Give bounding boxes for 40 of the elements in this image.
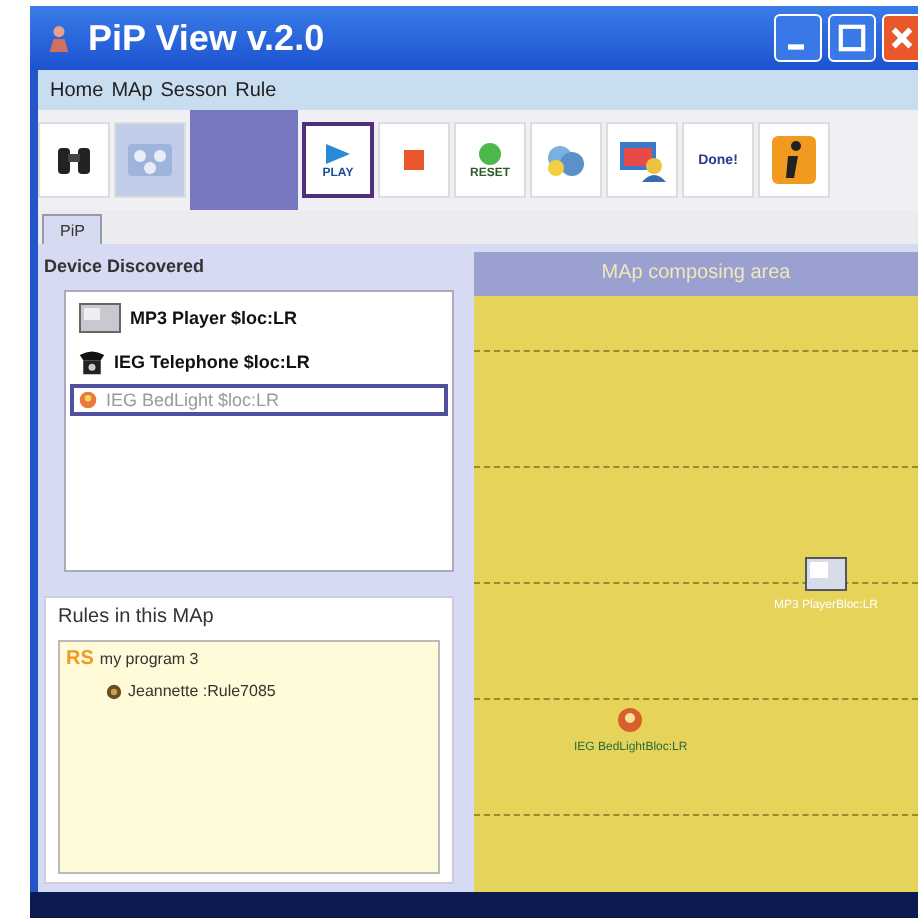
- stop-button[interactable]: [378, 122, 450, 198]
- info-icon: [772, 136, 816, 184]
- menu-item[interactable]: MAp: [111, 79, 153, 101]
- player-icon: [78, 302, 122, 334]
- map-heading: MAp composing area: [474, 252, 918, 296]
- circle-icon: [476, 141, 504, 165]
- panel-heading: Device Discovered: [44, 256, 207, 276]
- cloud-button[interactable]: [530, 122, 602, 198]
- window-title: PiP View v.2.0: [88, 17, 327, 59]
- tree-item[interactable]: my program 3: [99, 650, 199, 668]
- info-button[interactable]: [758, 122, 830, 198]
- minimize-button[interactable]: [774, 14, 822, 62]
- menu-item[interactable]: Home: [50, 79, 104, 101]
- maximize-button[interactable]: [828, 14, 876, 62]
- lamp-icon[interactable]: [616, 706, 645, 734]
- stop-icon: [404, 150, 424, 170]
- device-item[interactable]: IEG Telephone $loc:LR: [70, 342, 448, 382]
- monitor-button[interactable]: [606, 122, 678, 198]
- lamp-icon: [78, 390, 98, 410]
- binoculars-button[interactable]: [38, 122, 110, 198]
- program-icon: RS: [66, 648, 94, 670]
- monitor-user-icon: [618, 138, 666, 182]
- rule-icon: [106, 683, 122, 699]
- tab[interactable]: PiP: [42, 214, 103, 244]
- telephone-icon: [78, 348, 106, 376]
- play-icon: [322, 141, 354, 165]
- tree-item[interactable]: Jeannette :Rule7085: [128, 682, 276, 700]
- minimize-icon: [787, 43, 803, 49]
- menu-item[interactable]: Sesson: [160, 79, 228, 101]
- toolbar-panel: [190, 110, 298, 210]
- player-icon[interactable]: [804, 556, 849, 592]
- maximize-icon: [838, 24, 866, 52]
- close-icon: [887, 24, 915, 52]
- close-button[interactable]: [882, 14, 918, 62]
- cloud-icon: [544, 140, 588, 180]
- figure-icon: [46, 23, 72, 53]
- menu-item[interactable]: Rule: [235, 79, 277, 101]
- panel-heading: Rules in this MAp: [58, 606, 216, 628]
- device-item[interactable]: MP3 Player $loc:LR: [70, 296, 448, 340]
- network-icon: [126, 140, 174, 180]
